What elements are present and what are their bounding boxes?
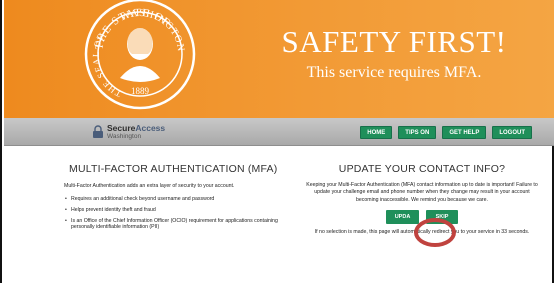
nav-bar: SecureAccess Washington HOME TIPS ON GET… xyxy=(4,118,554,146)
mfa-info-section: MULTI-FACTOR AUTHENTICATION (MFA) Multi-… xyxy=(64,163,292,235)
nav-links: HOME TIPS ON GET HELP LOGOUT xyxy=(360,126,532,139)
page-frame: THE STATE OF WASHINGTON THE SEAL OF 1889… xyxy=(0,0,554,283)
mfa-heading: MULTI-FACTOR AUTHENTICATION (MFA) xyxy=(69,163,278,175)
nav-logout-button[interactable]: LOGOUT xyxy=(492,126,532,139)
page-title: SAFETY FIRST! xyxy=(281,24,507,59)
list-item: Requires an additional check beyond user… xyxy=(64,196,292,203)
secureaccess-logo[interactable]: SecureAccess Washington xyxy=(92,121,165,143)
seal-year: 1889 xyxy=(131,86,150,96)
contact-heading: UPDATE YOUR CONTACT INFO? xyxy=(338,163,506,175)
nav-tips-on-button[interactable]: TIPS ON xyxy=(398,126,437,139)
nav-get-help-button[interactable]: GET HELP xyxy=(442,126,487,139)
logo-sub-text: Washington xyxy=(107,132,142,140)
mfa-intro: Multi-Factor Authentication adds an extr… xyxy=(64,183,235,189)
mfa-benefits-list: Requires an additional check beyond user… xyxy=(64,196,292,231)
logo-secure: Secure xyxy=(107,123,136,133)
nav-home-button[interactable]: HOME xyxy=(360,126,393,139)
update-button[interactable]: UPDA xyxy=(386,210,419,225)
header-banner: THE STATE OF WASHINGTON THE SEAL OF 1889… xyxy=(4,0,554,118)
washington-state-seal: THE STATE OF WASHINGTON THE SEAL OF 1889 xyxy=(84,0,196,110)
page-subtitle: This service requires MFA. xyxy=(306,64,482,81)
list-item: Is an Office of the Chief Information Of… xyxy=(64,218,292,232)
contact-body: Keeping your Multi-Factor Authentication… xyxy=(306,182,538,203)
logo-main-text: SecureAccess xyxy=(107,124,165,133)
list-item: Helps prevent identity theft and fraud xyxy=(64,207,292,214)
skip-highlight-circle xyxy=(414,218,456,247)
logo-access: Access xyxy=(135,123,166,133)
lock-icon xyxy=(93,125,103,138)
